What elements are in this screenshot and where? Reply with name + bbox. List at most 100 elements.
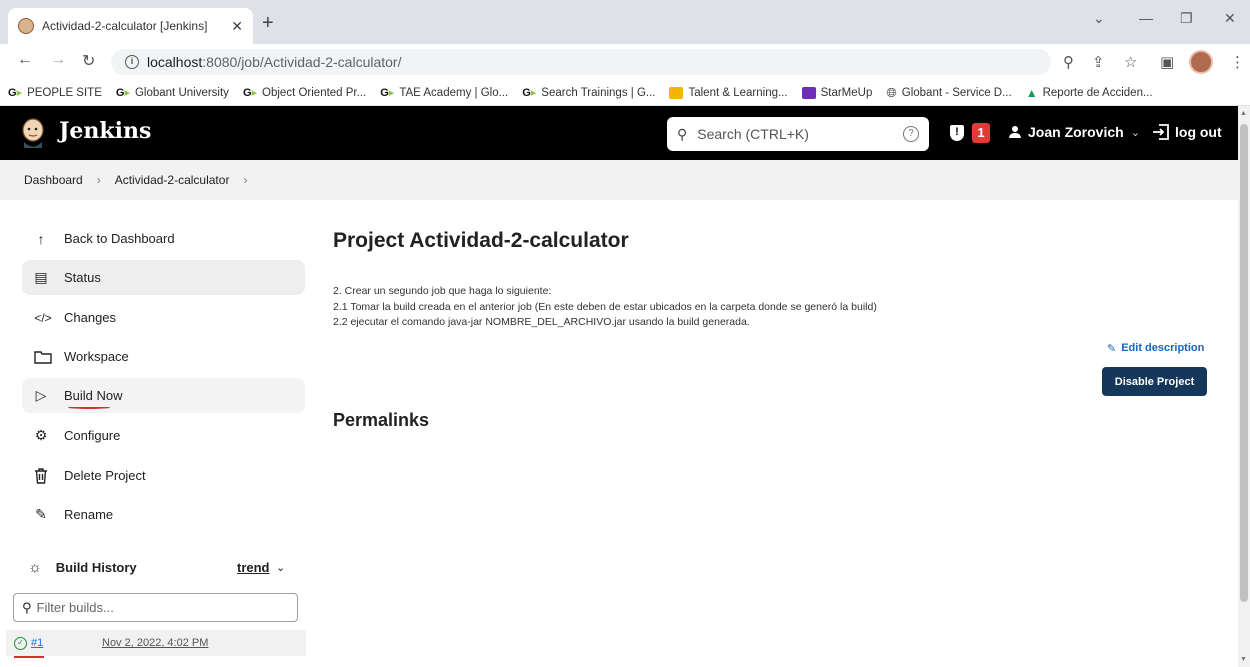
site-info-icon[interactable]: i	[125, 55, 139, 69]
zoom-icon[interactable]: ⚲	[1063, 53, 1074, 71]
chevron-down-icon[interactable]: ⌄	[276, 561, 285, 574]
chevron-right-icon[interactable]: ›	[243, 173, 247, 187]
bookmark-star-icon[interactable]: ☆	[1124, 53, 1137, 71]
edit-description-label[interactable]: Edit description	[1121, 342, 1204, 355]
build-history-header: ☼ Build History trend ⌄	[22, 552, 305, 582]
profile-avatar[interactable]	[1189, 50, 1213, 74]
window-close-icon[interactable]: ✕	[1224, 10, 1236, 27]
share-icon[interactable]: ⇪	[1092, 53, 1105, 71]
side-panel-icon[interactable]: ▣	[1160, 53, 1174, 71]
sidebar-item-configure[interactable]: ⚙ Configure	[22, 418, 305, 453]
menu-kebab-icon[interactable]: ⋮	[1230, 53, 1245, 71]
bookmark-item[interactable]: ▲ Reporte de Acciden...	[1026, 86, 1153, 100]
build-row[interactable]: ✓ #1 Nov 2, 2022, 4:02 PM	[6, 630, 306, 656]
bookmark-item[interactable]: StarMeUp	[801, 86, 872, 99]
g-icon: G▸	[8, 87, 23, 99]
breadcrumb-dashboard[interactable]: Dashboard	[24, 173, 83, 187]
page-scrollbar[interactable]: ▲ ▼	[1238, 106, 1250, 667]
sidebar-item-status[interactable]: ▤ Status	[22, 260, 305, 295]
sidebar-item-workspace[interactable]: Workspace	[22, 339, 305, 374]
minimize-icon[interactable]: —	[1139, 10, 1153, 26]
sidebar-item-label: Rename	[64, 507, 114, 522]
pencil-icon: ✎	[35, 506, 47, 522]
chevron-down-icon[interactable]: ⌄	[1131, 126, 1140, 139]
build-history-sun-icon: ☼	[28, 558, 42, 576]
sidebar-item-label: Delete Project	[64, 468, 146, 483]
sidebar-item-back-to-dashboard[interactable]: ↑ Back to Dashboard	[22, 221, 305, 256]
scroll-up-icon[interactable]: ▲	[1240, 110, 1247, 117]
sidebar-item-label: Workspace	[64, 349, 129, 364]
breadcrumb-project[interactable]: Actividad-2-calculator	[115, 173, 230, 187]
filter-builds-input[interactable]	[36, 600, 297, 615]
new-tab-button[interactable]: +	[262, 12, 274, 35]
g-icon: G▸	[242, 87, 258, 99]
browser-toolbar: ← → ↻ i localhost:8080/job/Actividad-2-c…	[0, 44, 1250, 80]
chevron-right-icon: ›	[96, 173, 101, 187]
bookmark-item[interactable]: G▸ Search Trainings | G...	[522, 86, 655, 100]
search-input[interactable]	[697, 126, 893, 142]
sidebar-item-rename[interactable]: ✎ Rename	[22, 497, 305, 532]
arrow-up-icon: ↑	[37, 230, 45, 247]
bookmark-item[interactable]: G▸ Object Oriented Pr...	[242, 86, 366, 100]
sidebar-item-label: Changes	[64, 310, 117, 325]
url-text[interactable]: localhost:8080/job/Actividad-2-calculato…	[147, 54, 402, 70]
sidebar-item-build-now[interactable]: ▷ Build Now	[22, 378, 305, 413]
forward-arrow-icon[interactable]: →	[50, 51, 66, 69]
annotation-underline	[68, 406, 110, 409]
build-number-link[interactable]: #1	[31, 637, 43, 649]
starmeup-icon	[801, 86, 816, 99]
tab-search-chevron-icon[interactable]: ⌄	[1093, 10, 1105, 27]
scroll-down-icon[interactable]: ▼	[1240, 656, 1247, 663]
reload-icon[interactable]: ↻	[82, 51, 95, 71]
user-name[interactable]: Joan Zorovich	[1028, 124, 1124, 140]
edit-description-link[interactable]: ✎ Edit description	[1107, 342, 1204, 355]
back-arrow-icon[interactable]: ←	[17, 51, 33, 69]
scrollbar-thumb[interactable]	[1240, 124, 1248, 602]
logout-link[interactable]: log out	[1152, 124, 1222, 140]
restore-icon[interactable]: ❐	[1180, 10, 1193, 27]
page-title: Project Actividad-2-calculator	[333, 229, 629, 252]
description-line: 2. Crear un segundo job que haga lo sigu…	[333, 285, 552, 297]
bookmark-item[interactable]: Talent & Learning...	[669, 86, 788, 99]
browser-tab[interactable]: Actividad-2-calculator [Jenkins] ✕	[8, 8, 253, 44]
filter-builds-box[interactable]: ⚲	[13, 593, 298, 622]
browser-tabstrip: Actividad-2-calculator [Jenkins] ✕ + ⌄ —…	[0, 0, 1250, 44]
search-box[interactable]: ⚲ ?	[667, 117, 929, 151]
permalinks-heading: Permalinks	[333, 410, 430, 430]
address-bar[interactable]: i localhost:8080/job/Actividad-2-calcula…	[111, 49, 1051, 75]
folder-icon	[34, 350, 52, 364]
build-date-link[interactable]: Nov 2, 2022, 4:02 PM	[102, 637, 208, 649]
bookmark-item[interactable]: G▸ PEOPLE SITE	[8, 86, 102, 100]
drive-icon: ▲	[1025, 85, 1038, 100]
document-icon: ▤	[34, 269, 48, 285]
disable-project-button[interactable]: Disable Project	[1102, 367, 1207, 396]
bookmark-item[interactable]: G▸ Globant University	[115, 86, 229, 100]
globe-icon: 🌐︎	[886, 84, 897, 100]
tab-close-icon[interactable]: ✕	[231, 18, 243, 35]
jenkins-logo-icon[interactable]	[20, 118, 46, 148]
pencil-icon: ✎	[1107, 343, 1117, 355]
sidebar-item-label: Build Now	[64, 388, 123, 403]
project-description: 2. Crear un segundo job que haga lo sigu…	[333, 284, 877, 331]
security-count-badge[interactable]: 1	[972, 123, 990, 143]
build-history-title: Build History	[55, 559, 137, 575]
success-check-icon: ✓	[14, 636, 27, 650]
user-icon	[1009, 126, 1021, 138]
g-icon: G▸	[115, 87, 130, 99]
trend-link[interactable]: trend	[237, 560, 270, 575]
logout-label[interactable]: log out	[1175, 124, 1222, 140]
slides-icon	[669, 86, 684, 99]
jenkins-brand[interactable]: Jenkins	[59, 118, 151, 144]
security-shield-icon[interactable]: !	[950, 125, 964, 141]
sidebar-item-label: Back to Dashboard	[64, 231, 175, 246]
annotation-underline	[14, 656, 44, 658]
bookmark-item[interactable]: G▸ TAE Academy | Glo...	[380, 86, 508, 100]
jenkins-favicon-icon	[18, 18, 34, 34]
sidebar-item-delete-project[interactable]: Delete Project	[22, 458, 305, 493]
user-menu[interactable]: Joan Zorovich ⌄	[1009, 124, 1140, 140]
bookmark-item[interactable]: 🌐︎ Globant - Service D...	[886, 85, 1011, 101]
search-icon: ⚲	[677, 125, 688, 142]
sidebar-item-changes[interactable]: </> Changes	[22, 300, 305, 335]
help-icon[interactable]: ?	[903, 126, 919, 142]
code-icon: </>	[34, 310, 52, 325]
